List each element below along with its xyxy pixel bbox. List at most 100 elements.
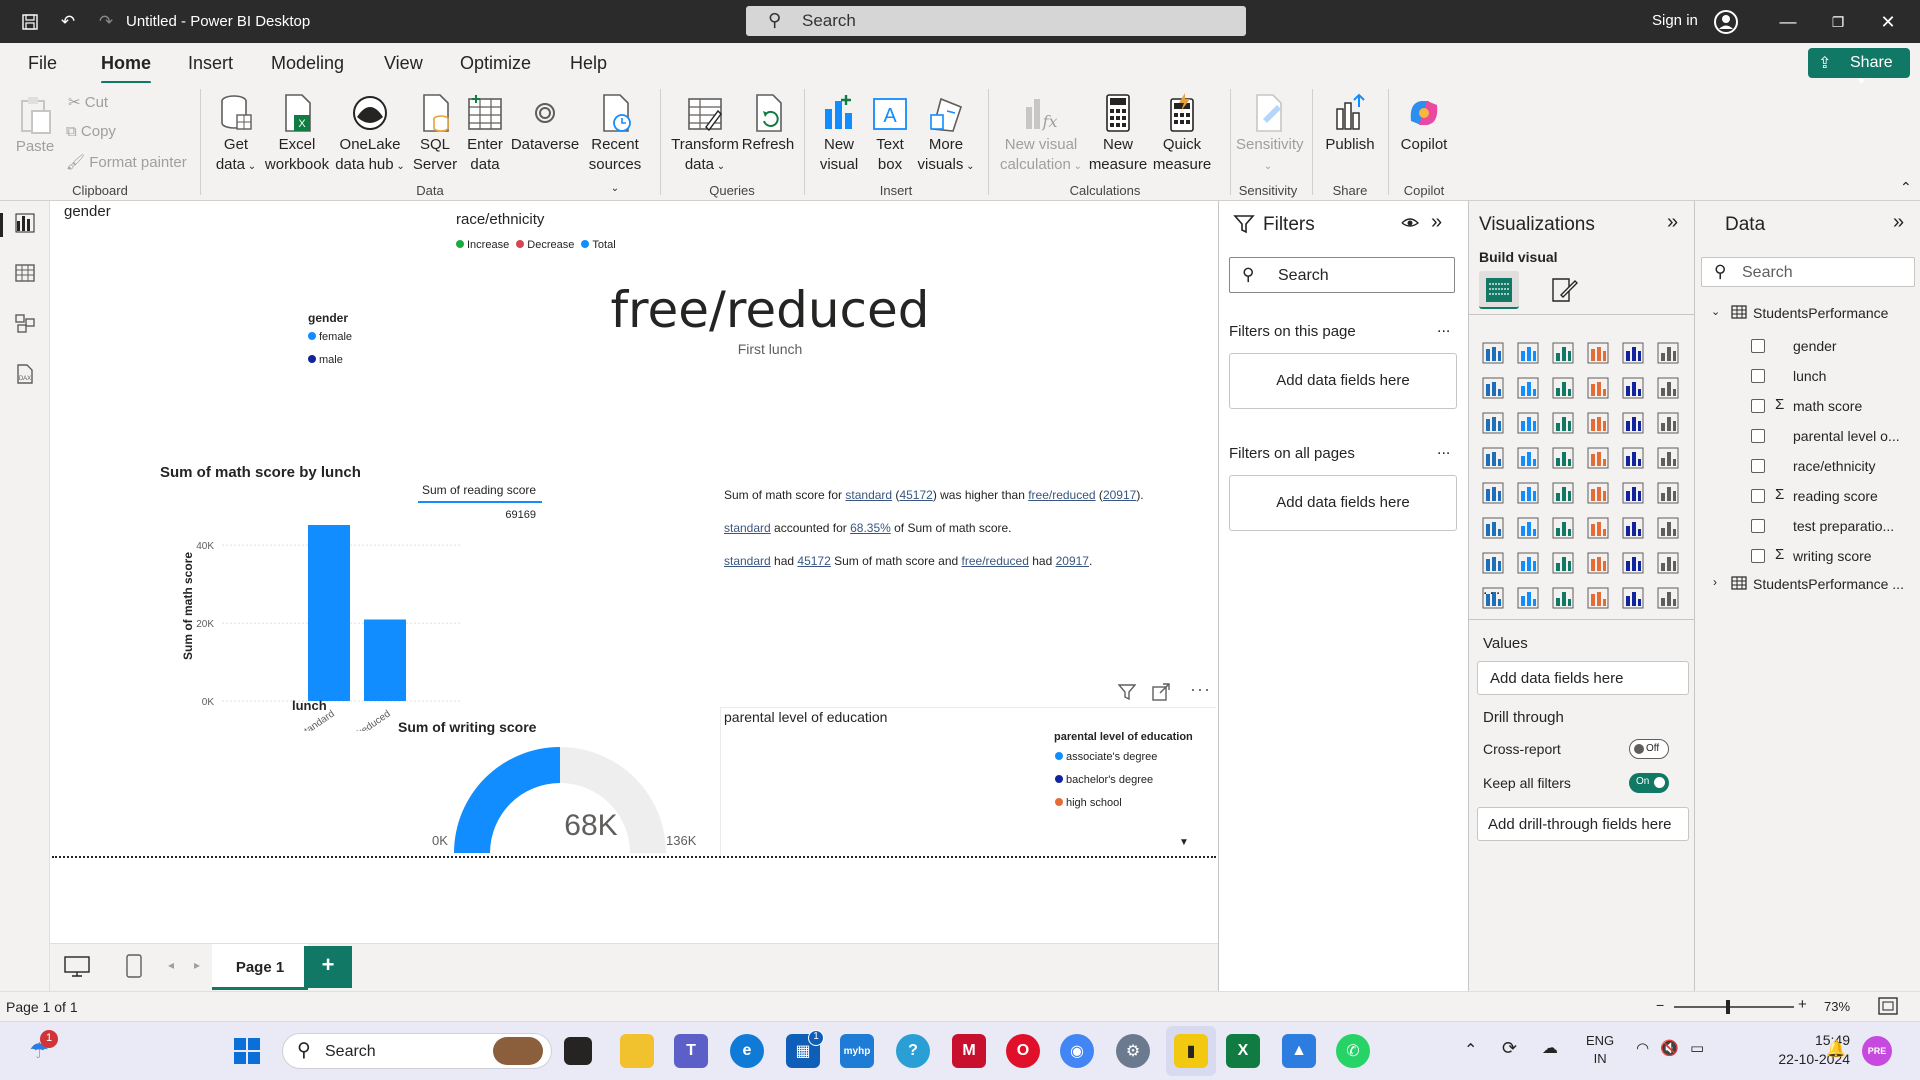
filters-search-input[interactable]: ⚲ Search xyxy=(1229,257,1455,293)
menu-home[interactable]: Home xyxy=(101,53,152,84)
visual-type-icon[interactable] xyxy=(1656,411,1680,435)
minimize-icon[interactable]: — xyxy=(1776,10,1800,34)
chevron-down-icon[interactable]: ⌄ xyxy=(1711,305,1720,318)
visual-type-icon[interactable] xyxy=(1656,481,1680,505)
title-search-box[interactable]: ⚲ Search xyxy=(746,6,1246,36)
menu-file[interactable]: File xyxy=(28,53,57,74)
field-checkbox[interactable] xyxy=(1751,459,1765,473)
power-bi-icon[interactable]: ▮ xyxy=(1174,1034,1208,1068)
visual-type-icon[interactable] xyxy=(1481,341,1505,365)
copilot-button[interactable]: Copilot xyxy=(1394,93,1454,155)
get-data-button[interactable]: Get data ⌄ xyxy=(208,93,264,177)
text-box-button[interactable]: A Text box xyxy=(866,93,914,175)
excel-workbook-button[interactable]: X Excel workbook xyxy=(262,93,332,175)
visual-type-icon[interactable] xyxy=(1586,411,1610,435)
visual-type-icon[interactable] xyxy=(1621,586,1645,610)
visual-type-icon[interactable] xyxy=(1516,446,1540,470)
field-checkbox[interactable] xyxy=(1751,519,1765,533)
data-search-input[interactable]: ⚲ Search xyxy=(1701,257,1915,287)
more-options-icon[interactable]: ... xyxy=(1437,319,1450,337)
collapse-ribbon-icon[interactable]: ⌃ xyxy=(1900,179,1912,196)
visual-type-icon[interactable] xyxy=(1481,411,1505,435)
visual-type-icon[interactable] xyxy=(1551,376,1575,400)
myhp-icon[interactable]: myhp xyxy=(840,1034,874,1068)
more-options-icon[interactable]: ··· xyxy=(1190,679,1211,700)
visual-type-icon[interactable] xyxy=(1621,481,1645,505)
transform-data-button[interactable]: Transform data ⌄ xyxy=(670,93,740,177)
show-hidden-icons-icon[interactable]: ⌃ xyxy=(1464,1040,1477,1060)
cross-report-toggle[interactable]: Off xyxy=(1629,739,1669,759)
visual-type-icon[interactable] xyxy=(1621,341,1645,365)
visual-type-icon[interactable] xyxy=(1656,376,1680,400)
zoom-slider-track[interactable] xyxy=(1674,1006,1794,1008)
report-view-icon[interactable] xyxy=(12,213,38,237)
format-visual-tab[interactable] xyxy=(1549,275,1579,310)
field-item[interactable]: lunch xyxy=(1695,365,1920,389)
zoom-slider-thumb[interactable] xyxy=(1726,1000,1730,1014)
table-name-students-2[interactable]: StudentsPerformance ... xyxy=(1753,576,1904,592)
publish-button[interactable]: Publish xyxy=(1320,93,1380,155)
menu-optimize[interactable]: Optimize xyxy=(460,53,531,74)
start-button[interactable] xyxy=(230,1034,264,1068)
undo-icon[interactable]: ↶ xyxy=(56,10,80,34)
share-button[interactable]: ⇪ Share ▼ xyxy=(1808,48,1910,88)
copilot-taskbar-icon[interactable]: PRE xyxy=(1862,1036,1892,1066)
file-explorer-icon[interactable] xyxy=(620,1034,654,1068)
visual-type-icon[interactable] xyxy=(1481,481,1505,505)
paste-button[interactable]: Paste xyxy=(14,95,56,157)
pie-legend-item[interactable]: high school xyxy=(1055,797,1122,809)
desktop-layout-icon[interactable] xyxy=(64,956,90,983)
format-painter-button[interactable]: 🖌 Format painter xyxy=(66,153,187,171)
collapse-filters-icon[interactable]: » xyxy=(1431,211,1442,234)
visual-type-icon[interactable] xyxy=(1621,411,1645,435)
redo-icon[interactable]: ↷ xyxy=(94,10,118,34)
new-measure-button[interactable]: New measure xyxy=(1086,93,1150,175)
refresh-button[interactable]: Refresh xyxy=(740,93,796,155)
visual-type-icon[interactable] xyxy=(1586,516,1610,540)
teams-icon[interactable]: T xyxy=(674,1034,708,1068)
field-item[interactable]: Σwriting score xyxy=(1695,545,1920,569)
menu-help[interactable]: Help xyxy=(570,53,607,74)
taskbar-search-box[interactable]: ⚲ Search xyxy=(282,1033,552,1069)
visual-type-icon[interactable] xyxy=(1516,481,1540,505)
visual-type-icon[interactable] xyxy=(1516,586,1540,610)
visual-type-icon[interactable] xyxy=(1586,341,1610,365)
field-item[interactable]: parental level o... xyxy=(1695,425,1920,449)
wifi-icon[interactable]: ◠ xyxy=(1636,1039,1649,1057)
visual-type-icon[interactable] xyxy=(1551,481,1575,505)
copy-button[interactable]: ⧉ Copy xyxy=(66,123,116,140)
field-item[interactable]: Σreading score xyxy=(1695,485,1920,509)
visual-type-icon[interactable] xyxy=(1586,551,1610,575)
legend-scroll-down-icon[interactable]: ▼ xyxy=(1179,837,1189,848)
account-icon[interactable] xyxy=(1712,8,1740,36)
visual-type-icon[interactable] xyxy=(1656,586,1680,610)
field-checkbox[interactable] xyxy=(1751,369,1765,383)
visual-type-icon[interactable] xyxy=(1551,551,1575,575)
quick-measure-button[interactable]: Quick measure xyxy=(1150,93,1214,175)
visual-type-icon[interactable] xyxy=(1656,446,1680,470)
page-tab-page-1[interactable]: Page 1 xyxy=(212,944,308,990)
collapse-visualizations-icon[interactable]: » xyxy=(1667,211,1678,234)
whatsapp-icon[interactable]: ✆ xyxy=(1336,1034,1370,1068)
visual-type-icon[interactable] xyxy=(1551,586,1575,610)
filters-all-pages-drop-well[interactable]: Add data fields here xyxy=(1229,475,1457,531)
recent-sources-button[interactable]: Recent sources ⌄ xyxy=(584,93,646,199)
zoom-in-icon[interactable]: + xyxy=(1798,996,1807,1013)
bar-chart[interactable]: 0K20K40KSum of math scorestandard free/re… xyxy=(150,491,470,731)
mcafee-icon[interactable]: M xyxy=(952,1034,986,1068)
more-options-icon[interactable]: ... xyxy=(1437,441,1450,459)
chrome-icon[interactable]: ◉ xyxy=(1060,1034,1094,1068)
visual-type-icon[interactable] xyxy=(1481,376,1505,400)
gender-legend-item-male[interactable]: male xyxy=(308,354,343,366)
field-checkbox[interactable] xyxy=(1751,399,1765,413)
task-view-icon[interactable] xyxy=(564,1037,592,1065)
zoom-out-icon[interactable]: − xyxy=(1656,997,1664,1013)
edge-icon[interactable]: e xyxy=(730,1034,764,1068)
new-visual-calculation-button[interactable]: fx New visual calculation ⌄ xyxy=(996,93,1086,177)
opera-icon[interactable]: O xyxy=(1006,1034,1040,1068)
volume-muted-icon[interactable]: 🔇 xyxy=(1660,1039,1679,1057)
next-page-icon[interactable]: ▸ xyxy=(194,958,200,972)
field-checkbox[interactable] xyxy=(1751,429,1765,443)
cloud-icon[interactable]: ☁ xyxy=(1542,1038,1558,1058)
sql-server-button[interactable]: SQL Server xyxy=(410,93,460,175)
